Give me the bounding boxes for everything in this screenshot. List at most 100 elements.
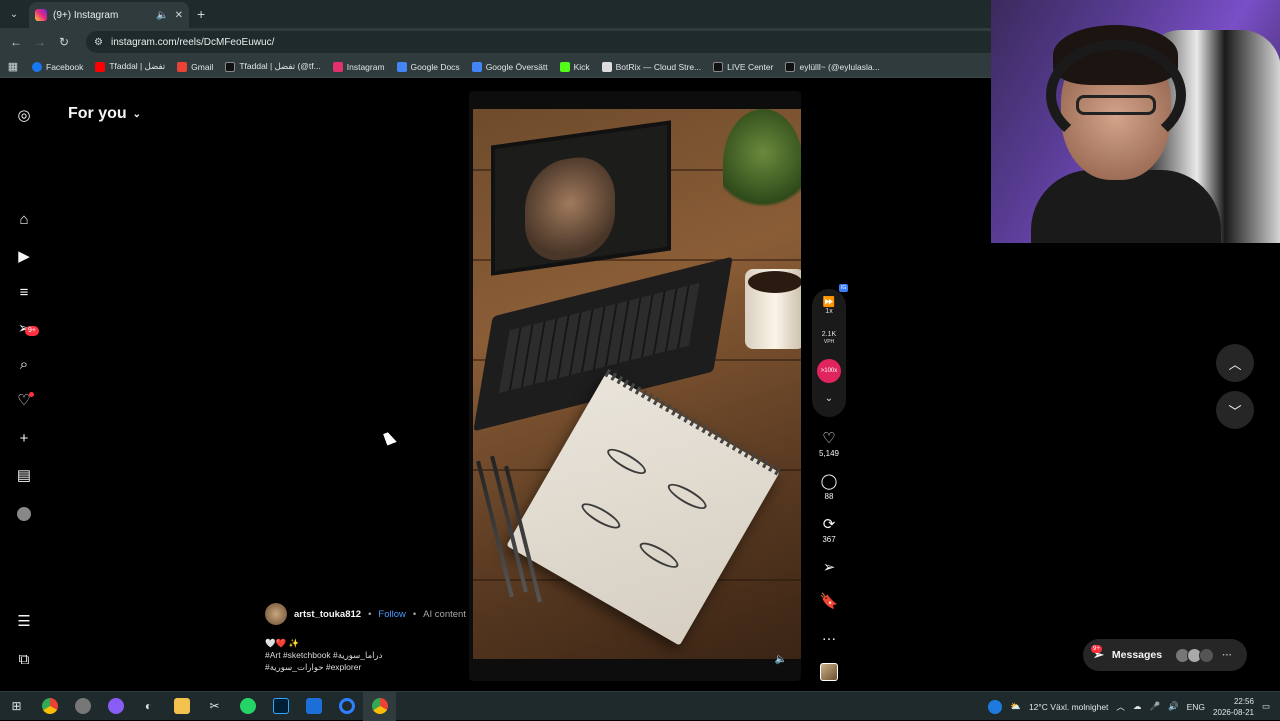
instagram-icon: [332, 61, 343, 72]
speed-control[interactable]: ⏩ 1x: [812, 297, 846, 315]
network-icon[interactable]: ☁: [1133, 701, 1142, 712]
messages-button[interactable]: ➢ 9+ Messages ···: [1083, 639, 1247, 671]
messages-label: Messages: [1111, 649, 1163, 661]
reload-button[interactable]: ↻: [52, 35, 76, 49]
more-options-button[interactable]: …: [812, 627, 846, 644]
share-button[interactable]: ➢: [812, 558, 846, 576]
laptop-image: [491, 120, 671, 276]
chrome-icon[interactable]: [33, 692, 66, 721]
instagram-logo-icon[interactable]: ◎: [14, 105, 34, 125]
author-username[interactable]: artst_touka812: [294, 609, 361, 620]
reel-caption[interactable]: 🤍❤️ ✨ #Art #sketchbook #دراما_سورية #حوا…: [265, 637, 465, 673]
bookmark-youtube[interactable]: Tfaddal | تفضل: [89, 61, 171, 72]
capcut-icon[interactable]: ✂: [198, 692, 231, 721]
bookmark-tiktok-tfaddal[interactable]: Tfaddal | تفضل (@tf...: [219, 61, 326, 72]
weather-icon[interactable]: ⛅: [1010, 701, 1021, 712]
bookmark-eylul[interactable]: eylülll~ (@eylulasla...: [779, 61, 885, 72]
app-ring-icon[interactable]: [330, 692, 363, 721]
site-info-icon[interactable]: ⚙: [94, 37, 103, 48]
tray-overflow-icon[interactable]: ︿: [1116, 701, 1125, 713]
apps-grid-icon[interactable]: ▦: [0, 60, 26, 73]
reels-icon[interactable]: ▶: [14, 246, 34, 266]
fast-forward-icon: ⏩: [822, 297, 836, 308]
separator-dot: •: [412, 608, 417, 620]
help-icon[interactable]: [988, 699, 1003, 714]
tab-audio-icon[interactable]: 🔈: [156, 10, 168, 21]
ai-content-label[interactable]: AI content: [423, 609, 466, 620]
insights-icon[interactable]: ▤: [14, 465, 34, 485]
back-button[interactable]: ←: [4, 35, 28, 49]
sketchbook-image: [506, 368, 782, 646]
author-avatar[interactable]: [265, 603, 287, 625]
create-plus-icon[interactable]: +: [14, 428, 34, 448]
boost-badge: >100x: [817, 359, 841, 383]
bookmark-kick[interactable]: Kick: [554, 61, 596, 72]
microphone-icon[interactable]: 🎤: [1149, 701, 1160, 712]
next-reel-button[interactable]: ﹀: [1216, 391, 1254, 429]
previous-reel-button[interactable]: ︿: [1216, 344, 1254, 382]
youtube-icon: [95, 61, 106, 72]
app-icon[interactable]: ◐: [132, 692, 165, 721]
volume-icon[interactable]: 🔊: [1168, 701, 1179, 712]
profile-avatar[interactable]: [14, 504, 34, 524]
weather-text[interactable]: 12°C Växl. molnighet: [1029, 702, 1108, 712]
new-tab-button[interactable]: +: [197, 6, 205, 22]
like-count: 5,149: [818, 449, 840, 458]
bookmark-facebook[interactable]: Facebook: [26, 61, 89, 72]
bookmark-label: Gmail: [191, 61, 214, 72]
tab-close-icon[interactable]: ✕: [175, 10, 183, 21]
like-button[interactable]: ♡ 5,149: [812, 429, 846, 458]
bookmark-google-translate[interactable]: Google Översätt: [466, 61, 554, 72]
home-icon[interactable]: ⌂: [14, 209, 34, 229]
notification-center-icon[interactable]: ▭: [1262, 701, 1270, 712]
chrome-profile-2-icon[interactable]: [99, 692, 132, 721]
tab-search-button[interactable]: ⌄: [3, 3, 25, 25]
clock[interactable]: 22:56 2026-08-21: [1213, 696, 1254, 718]
instagram-favicon-icon: [35, 9, 47, 21]
photoshop-icon[interactable]: [264, 692, 297, 721]
botrix-icon: [601, 61, 612, 72]
feed-selector[interactable]: For you ⌄: [68, 105, 141, 123]
language-indicator[interactable]: ENG: [1187, 702, 1205, 712]
speed-value: 1x: [825, 308, 833, 315]
chrome-active-icon[interactable]: [363, 691, 396, 721]
file-explorer-icon[interactable]: [165, 692, 198, 721]
video-frame: [473, 109, 801, 659]
bookmark-label: BotRix — Cloud Stre...: [615, 61, 702, 72]
chrome-profile-icon[interactable]: [66, 692, 99, 721]
tab-title: (9+) Instagram: [53, 9, 119, 21]
forward-button[interactable]: →: [28, 35, 52, 49]
person-torso: [1031, 170, 1221, 243]
windows-start-icon[interactable]: ⊞: [0, 692, 33, 721]
extension-tag: IG: [839, 284, 849, 292]
vph-stat: 2.1K VPH: [812, 331, 846, 345]
repost-button[interactable]: ⟳ 367: [812, 515, 846, 544]
collapse-chevron-icon[interactable]: ⌄: [812, 393, 846, 404]
bookmark-label: Facebook: [46, 61, 84, 72]
repost-icon: ⟳: [822, 516, 836, 533]
follow-button[interactable]: Follow: [378, 609, 405, 620]
browser-tab-instagram[interactable]: (9+) Instagram 🔈 ✕: [29, 2, 189, 28]
bookmark-google-docs[interactable]: Google Docs: [391, 61, 466, 72]
bookmark-live-center[interactable]: LIVE Center: [707, 61, 779, 72]
search-icon[interactable]: ⌕: [14, 354, 34, 374]
send-icon: ➢: [822, 559, 836, 576]
caption-hashtags: #Art #sketchbook #دراما_سورية: [265, 650, 383, 660]
save-button[interactable]: 🔖: [812, 592, 846, 610]
bookmark-instagram[interactable]: Instagram: [327, 61, 391, 72]
comment-button[interactable]: ◯ 88: [812, 472, 846, 501]
kick-icon: [559, 61, 570, 72]
reel-video[interactable]: 🔈: [469, 91, 801, 681]
more-menu-icon[interactable]: ☰: [14, 611, 34, 631]
app-blue-icon[interactable]: [297, 692, 330, 721]
bookmark-gmail[interactable]: Gmail: [171, 61, 219, 72]
address-bar[interactable]: ⚙ instagram.com/reels/DcMFeoEuwuc/: [86, 31, 1046, 53]
bookmark-icon: 🔖: [819, 593, 839, 610]
also-from-meta-icon[interactable]: ⧉: [14, 649, 34, 669]
whatsapp-icon[interactable]: [231, 692, 264, 721]
audio-track-thumbnail[interactable]: [820, 663, 838, 681]
feed-menu-icon[interactable]: ≡: [14, 282, 34, 302]
volume-icon[interactable]: 🔈: [775, 654, 787, 665]
system-tray: ⛅ 12°C Växl. molnighet ︿ ☁ 🎤 🔊 ENG 22:56…: [988, 692, 1280, 721]
bookmark-botrix[interactable]: BotRix — Cloud Stre...: [596, 61, 708, 72]
